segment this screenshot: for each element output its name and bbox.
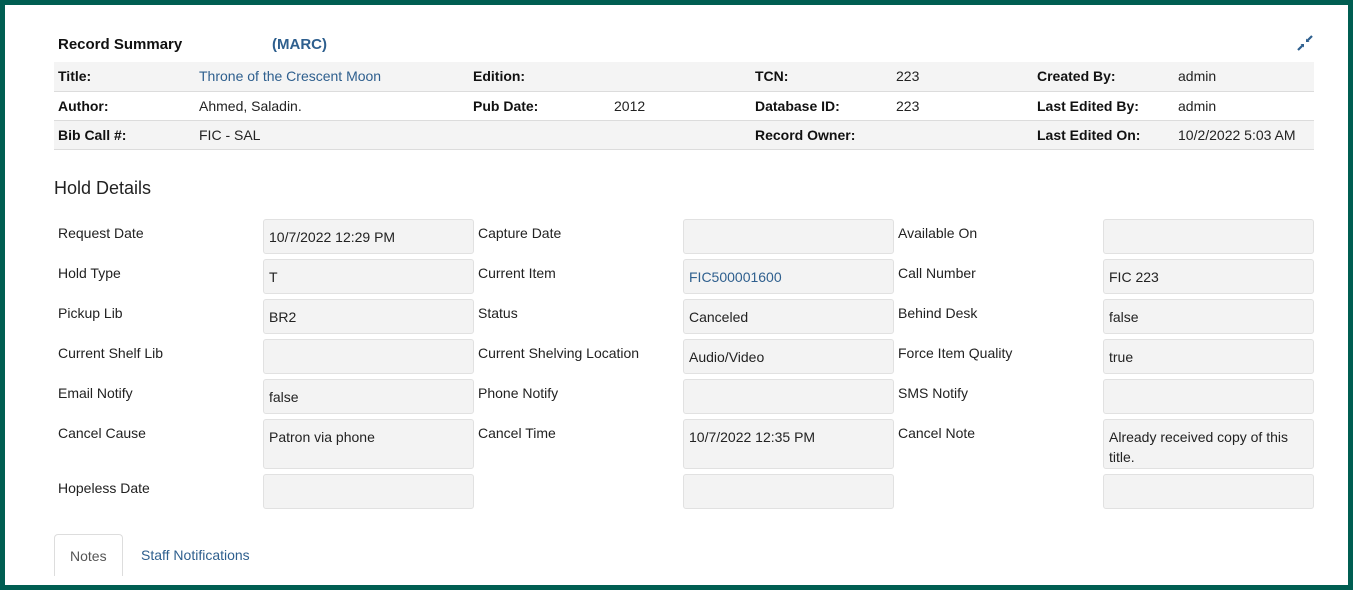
field-cancel-time: 10/7/2022 12:35 PM <box>683 419 894 469</box>
record-summary-title: Record Summary <box>58 36 183 53</box>
current-item-link[interactable]: FIC500001600 <box>689 269 782 285</box>
summary-value-author: Ahmed, Saladin. <box>195 91 469 121</box>
summary-value-last-edited-on: 10/2/2022 5:03 AM <box>1174 120 1314 150</box>
marc-link[interactable]: (MARC) <box>272 36 327 53</box>
field-capture-date <box>683 219 894 254</box>
label-cancel-cause: Cancel Cause <box>58 425 146 441</box>
summary-label-last-edited-by: Last Edited By: <box>1033 91 1174 121</box>
summary-row: Author: Ahmed, Saladin. Pub Date: 2012 D… <box>54 91 1314 121</box>
tab-bar: Notes Staff Notifications <box>54 534 1314 576</box>
summary-label-pub-date: Pub Date: <box>469 91 610 121</box>
summary-value-edition <box>610 62 751 92</box>
label-behind-desk: Behind Desk <box>898 305 978 321</box>
summary-value-tcn: 223 <box>892 62 1033 92</box>
field-email-notify: false <box>263 379 474 414</box>
field-current-shelf-lib <box>263 339 474 374</box>
label-current-item: Current Item <box>478 265 556 281</box>
tab-notes[interactable]: Notes <box>54 534 123 576</box>
field-cancel-cause: Patron via phone <box>263 419 474 469</box>
summary-label-last-edited-on: Last Edited On: <box>1033 120 1174 150</box>
summary-label-record-owner: Record Owner: <box>751 120 892 150</box>
record-summary-header: Record Summary (MARC) <box>54 34 1314 60</box>
label-phone-notify: Phone Notify <box>478 385 559 401</box>
label-capture-date: Capture Date <box>478 225 562 241</box>
label-current-shelf-lib: Current Shelf Lib <box>58 345 164 361</box>
field-force-item-quality: true <box>1103 339 1314 374</box>
summary-label-bib-call: Bib Call #: <box>54 120 195 150</box>
summary-value-last-edited-by: admin <box>1174 91 1314 121</box>
label-cancel-note: Cancel Note <box>898 425 976 441</box>
summary-value-bib-call: FIC - SAL <box>195 120 469 150</box>
field-current-item: FIC500001600 <box>683 259 894 294</box>
field-pickup-lib: BR2 <box>263 299 474 334</box>
field-available-on <box>1103 219 1314 254</box>
field-hold-type: T <box>263 259 474 294</box>
field-phone-notify <box>683 379 894 414</box>
summary-label-tcn: TCN: <box>751 62 892 92</box>
field-request-date: 10/7/2022 12:29 PM <box>263 219 474 254</box>
hold-row: Pickup Lib BR2 Status Canceled Behind De… <box>54 299 1314 335</box>
summary-value-pub-date: 2012 <box>610 91 751 121</box>
field-current-shelving-location: Audio/Video <box>683 339 894 374</box>
summary-label-created-by: Created By: <box>1033 62 1174 92</box>
field-hopeless-date <box>263 474 474 509</box>
summary-value-empty <box>610 120 751 150</box>
field-status: Canceled <box>683 299 894 334</box>
summary-label-title: Title: <box>54 62 195 92</box>
label-hopeless-date: Hopeless Date <box>58 480 150 496</box>
label-pickup-lib: Pickup Lib <box>58 305 123 321</box>
field-behind-desk: false <box>1103 299 1314 334</box>
label-current-shelving-location: Current Shelving Location <box>478 345 640 361</box>
hold-row: Email Notify false Phone Notify SMS Noti… <box>54 379 1314 415</box>
label-cancel-time: Cancel Time <box>478 425 556 441</box>
summary-value-record-owner <box>892 120 1033 150</box>
label-email-notify: Email Notify <box>58 385 133 401</box>
summary-row: Bib Call #: FIC - SAL Record Owner: Last… <box>54 120 1314 150</box>
field-call-number: FIC 223 <box>1103 259 1314 294</box>
tab-staff-notifications[interactable]: Staff Notifications <box>126 534 265 576</box>
summary-label-database-id: Database ID: <box>751 91 892 121</box>
summary-row: Title: Throne of the Crescent Moon Editi… <box>54 62 1314 92</box>
hold-details-heading: Hold Details <box>54 178 152 198</box>
summary-label-empty <box>469 120 610 150</box>
label-hold-type: Hold Type <box>58 265 121 281</box>
label-force-item-quality: Force Item Quality <box>898 345 1013 361</box>
summary-value-created-by: admin <box>1174 62 1314 92</box>
field-empty-3 <box>1103 474 1314 509</box>
field-empty-2 <box>683 474 894 509</box>
label-sms-notify: SMS Notify <box>898 385 969 401</box>
title-link[interactable]: Throne of the Crescent Moon <box>199 68 381 84</box>
collapse-button[interactable] <box>1296 34 1314 52</box>
field-cancel-note: Already received copy of this title. <box>1103 419 1314 469</box>
collapse-arrows-icon <box>1297 35 1313 51</box>
hold-row: Request Date 10/7/2022 12:29 PM Capture … <box>54 219 1314 255</box>
hold-row: Hopeless Date <box>54 474 1314 510</box>
hold-row: Hold Type T Current Item FIC500001600 Ca… <box>54 259 1314 295</box>
label-request-date: Request Date <box>58 225 144 241</box>
label-status: Status <box>478 305 518 321</box>
summary-label-edition: Edition: <box>469 62 610 92</box>
summary-value-title: Throne of the Crescent Moon <box>195 62 469 92</box>
record-summary-table: Title: Throne of the Crescent Moon Editi… <box>54 62 1314 150</box>
label-available-on: Available On <box>898 225 978 241</box>
label-call-number: Call Number <box>898 265 976 281</box>
field-sms-notify <box>1103 379 1314 414</box>
summary-value-database-id: 223 <box>892 91 1033 121</box>
hold-row: Cancel Cause Patron via phone Cancel Tim… <box>54 419 1314 469</box>
summary-label-author: Author: <box>54 91 195 121</box>
hold-row: Current Shelf Lib Current Shelving Locat… <box>54 339 1314 375</box>
